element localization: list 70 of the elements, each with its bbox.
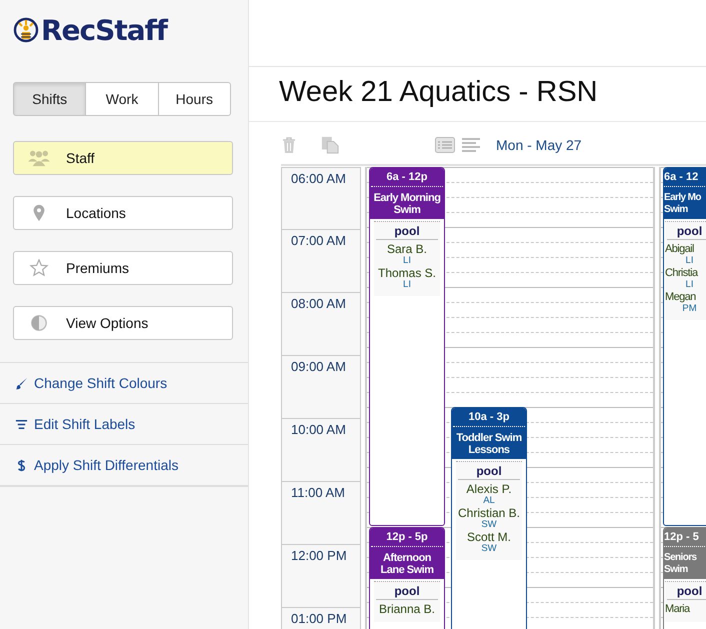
- sidebar-link[interactable]: Apply Shift Differentials: [0, 445, 248, 487]
- shift-time: 6a - 12p: [371, 171, 443, 187]
- role-code: PM: [681, 304, 698, 314]
- app-logo-text: RecStaff: [41, 14, 167, 46]
- trash-icon[interactable]: [281, 136, 297, 154]
- shift-title: Early Mo Swim: [664, 191, 702, 216]
- role-code: SW: [480, 520, 498, 530]
- time-label: 10:00 AM: [291, 422, 346, 437]
- shift-time: 12p - 5p: [371, 531, 443, 547]
- shift-title: Afternoon Lane Swim: [380, 551, 434, 576]
- view-tab[interactable]: Work: [85, 82, 159, 116]
- staff-name: Christia: [665, 266, 700, 280]
- filter-button[interactable]: Premiums: [13, 251, 233, 285]
- lines-icon: [15, 418, 28, 430]
- role-code: LI: [402, 280, 412, 290]
- shift-time: 6a - 12: [664, 171, 706, 187]
- location-label: pool: [667, 582, 706, 600]
- list-view-icon[interactable]: [435, 136, 455, 154]
- view-tab[interactable]: Hours: [158, 82, 231, 116]
- filter-button[interactable]: Staff: [13, 141, 233, 175]
- shift-card[interactable]: 6a - 12p Early Morning Swim pool Sara B. LI Thomas S. LI: [369, 167, 445, 526]
- copy-icon[interactable]: [320, 136, 340, 154]
- logo-icon: [13, 17, 39, 43]
- view-tab[interactable]: Shifts: [13, 82, 86, 116]
- staff-name: Scott M.: [466, 530, 512, 544]
- date-link[interactable]: Mon - May 27: [496, 137, 582, 153]
- location-label: pool: [667, 222, 706, 240]
- filter-button[interactable]: Locations: [13, 196, 233, 230]
- staff-name: Alexis P.: [465, 482, 513, 496]
- location-label: pool: [376, 222, 438, 240]
- staff-name: Abigail: [665, 242, 695, 256]
- staff-name: Christian B.: [456, 506, 522, 520]
- align-icon[interactable]: [462, 136, 482, 154]
- shift-card[interactable]: 12p - 5p Afternoon Lane Swim pool Brianna B.: [369, 527, 445, 629]
- shift-time: 12p - 5: [664, 531, 706, 547]
- sidebar-link[interactable]: Change Shift Colours: [0, 363, 248, 404]
- shift-title: Seniors Swim: [664, 551, 698, 576]
- shift-title: Early Morning Swim: [372, 191, 442, 216]
- time-label: 11:00 AM: [291, 485, 345, 500]
- time-label: 08:00 AM: [291, 296, 346, 311]
- shift-card[interactable]: 12p - 5 Seniors Swim pool Maria: [663, 527, 706, 629]
- location-label: pool: [458, 462, 520, 480]
- staff-name: Brianna B.: [378, 602, 436, 616]
- people-icon: [28, 149, 50, 167]
- shift-card[interactable]: 10a - 3p Toddler Swim Lessons pool Alexis P. AL Christian B. SW Scott M. SW: [451, 407, 527, 629]
- time-label: 01:00 PM: [291, 611, 347, 626]
- role-code: LI: [684, 256, 694, 266]
- role-code: LI: [402, 256, 412, 266]
- contrast-icon: [28, 314, 50, 332]
- staff-name: Thomas S.: [376, 266, 438, 280]
- role-code: SW: [480, 544, 498, 554]
- time-label: 06:00 AM: [291, 171, 346, 186]
- time-label: 07:00 AM: [291, 233, 346, 248]
- filter-button[interactable]: View Options: [13, 306, 233, 340]
- shift-time: 10a - 3p: [453, 411, 525, 427]
- time-label: 12:00 PM: [291, 548, 347, 563]
- brush-icon: [15, 376, 28, 390]
- staff-name: Maria: [665, 602, 692, 616]
- location-label: pool: [376, 582, 438, 600]
- shift-card[interactable]: 6a - 12 Early Mo Swim pool Abigail LI Christia LI Megan PM: [663, 167, 706, 526]
- page-title: Week 21 Aquatics - RSN: [249, 67, 706, 122]
- sidebar-link[interactable]: Edit Shift Labels: [0, 404, 248, 445]
- staff-name: Megan: [665, 290, 697, 304]
- star-icon: [28, 259, 50, 277]
- staff-name: Sara B.: [386, 242, 428, 256]
- dollar-icon: [15, 458, 28, 472]
- role-code: LI: [684, 280, 694, 290]
- shift-title: Toddler Swim Lessons: [455, 431, 523, 456]
- time-label: 09:00 AM: [291, 359, 346, 374]
- role-code: AL: [482, 496, 496, 506]
